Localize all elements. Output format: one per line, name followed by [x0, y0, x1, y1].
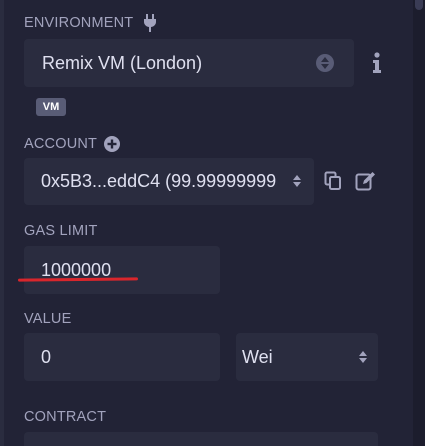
left-edge	[0, 0, 4, 446]
value-amount: 0	[41, 346, 52, 367]
value-unit-select[interactable]: Wei	[236, 333, 378, 381]
account-selected-value: 0x5B3...eddC4 (99.99999999	[41, 171, 277, 191]
environment-selected-value: Remix VM (London)	[42, 52, 203, 73]
plus-circle-icon[interactable]	[103, 135, 121, 153]
contract-select[interactable]	[24, 432, 378, 446]
environment-select[interactable]: Remix VM (London)	[24, 39, 354, 87]
edit-icon[interactable]	[355, 170, 377, 192]
chevron-updown-icon	[316, 54, 334, 72]
vm-badge: VM	[36, 98, 66, 116]
contract-section-label: CONTRACT	[24, 409, 106, 425]
account-select[interactable]: 0x5B3...eddC4 (99.99999999	[24, 158, 314, 205]
value-section-label: VALUE	[24, 311, 71, 327]
plug-icon	[143, 14, 157, 32]
chevron-updown-icon	[288, 172, 306, 190]
scrollbar[interactable]	[413, 0, 425, 446]
contract-label: CONTRACT	[24, 409, 107, 425]
account-label: ACCOUNT	[24, 136, 98, 152]
environment-section-label: ENVIRONMENT	[24, 14, 157, 32]
chevron-updown-icon	[354, 348, 372, 366]
value-unit: Wei	[242, 346, 273, 367]
gas-limit-label: GAS LIMIT	[24, 223, 98, 239]
value-amount-input[interactable]: 0	[24, 333, 220, 381]
gas-limit-input[interactable]: 1000000	[24, 246, 220, 294]
environment-label: ENVIRONMENT	[24, 15, 134, 31]
info-icon[interactable]	[371, 52, 383, 74]
account-section-label: ACCOUNT	[24, 135, 121, 153]
copy-icon[interactable]	[324, 171, 342, 191]
scrollbar-thumb[interactable]	[415, 0, 423, 10]
gas-limit-section-label: GAS LIMIT	[24, 223, 98, 239]
value-label: VALUE	[24, 311, 72, 327]
